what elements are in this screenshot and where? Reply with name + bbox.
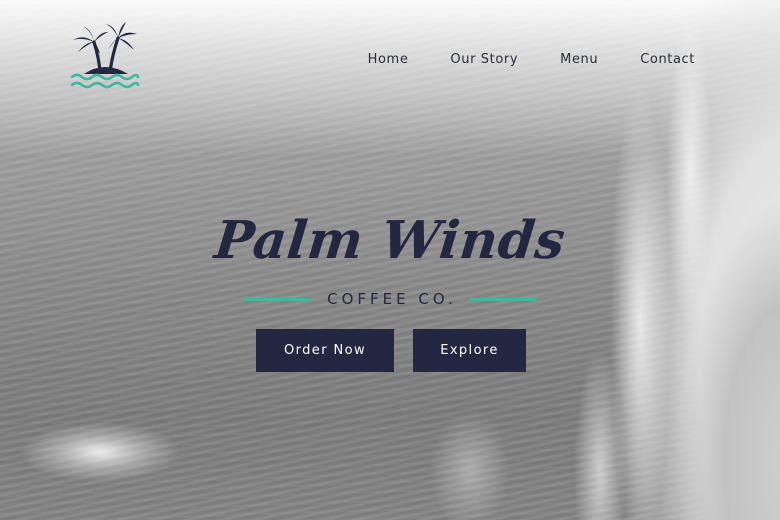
hero-section: Home Our Story Menu Contact Palm Winds C… [0, 0, 780, 520]
order-now-button[interactable]: Order Now [256, 329, 394, 372]
nav-link-contact[interactable]: Contact [640, 52, 695, 67]
cta-row: Order Now Explore [256, 329, 526, 372]
subtitle-divider-right [468, 297, 537, 301]
subtitle-divider-left [243, 297, 312, 301]
brand-subtitle-row: COFFEE CO. [0, 290, 780, 308]
explore-button[interactable]: Explore [413, 329, 526, 372]
main-nav: Home Our Story Menu Contact [368, 52, 695, 67]
nav-link-home[interactable]: Home [368, 52, 409, 67]
brand-subtitle: COFFEE CO. [327, 290, 457, 308]
palm-island-logo-icon[interactable] [70, 20, 140, 90]
brand-title: Palm Winds [211, 210, 569, 271]
nav-link-our-story[interactable]: Our Story [450, 52, 518, 67]
brand-block: Palm Winds COFFEE CO. [0, 210, 780, 308]
nav-link-menu[interactable]: Menu [560, 52, 598, 67]
